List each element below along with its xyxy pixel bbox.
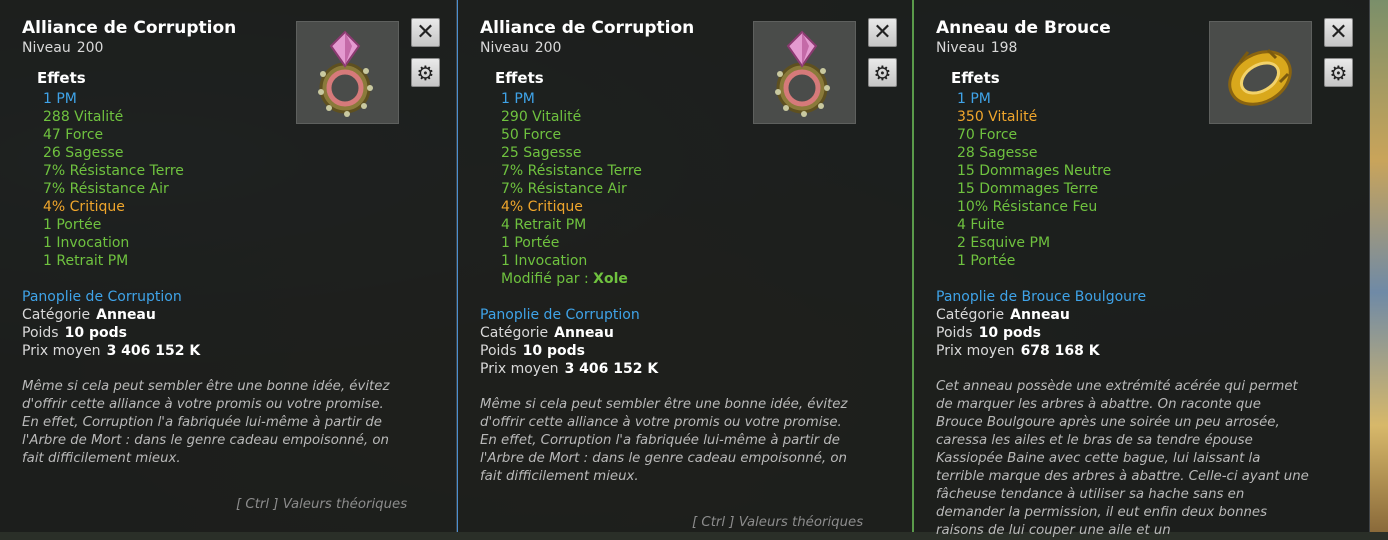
price-label: Prix moyen xyxy=(936,343,1015,359)
level-label: Niveau xyxy=(936,40,985,56)
category-row: Catégorie Anneau xyxy=(22,306,456,324)
gear-icon: ⚙ xyxy=(873,60,892,85)
category-label: Catégorie xyxy=(22,307,91,323)
close-icon: ✕ xyxy=(1329,20,1348,45)
level-label: Niveau xyxy=(22,40,71,56)
level-value: 200 xyxy=(76,40,104,56)
gear-icon: ⚙ xyxy=(416,60,435,85)
category-row: Catégorie Anneau xyxy=(480,324,912,342)
effect-line: 4% Critique xyxy=(43,199,125,215)
item-image xyxy=(1209,21,1312,124)
price-value: 678 168 K xyxy=(1020,343,1100,359)
weight-row: Poids 10 pods xyxy=(22,324,456,342)
weight-value: 10 pods xyxy=(522,343,585,359)
effect-line: 47 Force xyxy=(43,127,104,143)
close-icon: ✕ xyxy=(873,20,892,45)
effect-line: 1 Retrait PM xyxy=(43,253,129,269)
close-button[interactable]: ✕ xyxy=(868,18,897,47)
effect-line: 15 Dommages Terre xyxy=(957,181,1099,197)
item-description: Cet anneau possède une extrémité acérée … xyxy=(936,379,1309,538)
category-label: Catégorie xyxy=(936,307,1005,323)
effect-line: 26 Sagesse xyxy=(43,145,124,161)
item-description: Même si cela peut sembler être une bonne… xyxy=(22,379,390,466)
effect-line: 4 Fuite xyxy=(957,217,1005,233)
effect-line: 4 Retrait PM xyxy=(501,217,587,233)
set-link[interactable]: Panoplie de Corruption xyxy=(480,306,912,324)
price-label: Prix moyen xyxy=(22,343,101,359)
level-value: 198 xyxy=(990,40,1018,56)
settings-button[interactable]: ⚙ xyxy=(1324,58,1353,87)
ctrl-hint: [ Ctrl ] Valeurs théoriques xyxy=(692,515,864,530)
weight-label: Poids xyxy=(936,325,973,341)
effect-line: 10% Résistance Feu xyxy=(957,199,1098,215)
item-tooltip-2: Alliance de Corruption Niveau 200 Effets … xyxy=(457,0,913,532)
corruption-ring-icon xyxy=(318,30,373,117)
effect-line: 1 Portée xyxy=(957,253,1016,269)
category-value: Anneau xyxy=(96,307,156,323)
effect-line: 15 Dommages Neutre xyxy=(957,163,1112,179)
level-label: Niveau xyxy=(480,40,529,56)
corruption-ring-icon xyxy=(775,30,830,117)
weight-row: Poids 10 pods xyxy=(936,324,1369,342)
price-label: Prix moyen xyxy=(480,361,559,377)
category-row: Catégorie Anneau xyxy=(936,306,1369,324)
background-edge xyxy=(1370,0,1388,532)
settings-button[interactable]: ⚙ xyxy=(868,58,897,87)
ctrl-hint: [ Ctrl ] Valeurs théoriques xyxy=(236,497,408,512)
item-tooltip-3: Anneau de Brouce Niveau 198 Effets 1 PM 3… xyxy=(913,0,1370,538)
item-tooltip-1: Alliance de Corruption Niveau 200 Effets … xyxy=(0,0,457,532)
effect-line: 70 Force xyxy=(957,127,1018,143)
item-description: Même si cela peut sembler être une bonne… xyxy=(480,397,848,484)
effect-line: 28 Sagesse xyxy=(957,145,1038,161)
brouce-ring-icon xyxy=(1228,48,1292,106)
price-value: 3 406 152 K xyxy=(106,343,201,359)
effect-line: 4% Critique xyxy=(501,199,583,215)
weight-row: Poids 10 pods xyxy=(480,342,912,360)
close-icon: ✕ xyxy=(416,20,435,45)
modified-by-label: Modifié par : xyxy=(501,271,589,287)
price-row: Prix moyen 3 406 152 K xyxy=(22,342,456,360)
effect-line: 1 Invocation xyxy=(501,253,588,269)
category-value: Anneau xyxy=(554,325,614,341)
set-link[interactable]: Panoplie de Corruption xyxy=(22,288,456,306)
weight-value: 10 pods xyxy=(64,325,127,341)
effect-line: 2 Esquive PM xyxy=(957,235,1051,251)
item-image xyxy=(753,21,856,124)
effect-line: 1 Invocation xyxy=(43,235,130,251)
modified-by-line: Modifié par : Xole xyxy=(501,270,912,288)
effect-line: 7% Résistance Terre xyxy=(501,163,642,179)
effect-line: 1 Portée xyxy=(501,235,560,251)
weight-label: Poids xyxy=(22,325,59,341)
effect-line: 7% Résistance Air xyxy=(501,181,627,197)
item-image xyxy=(296,21,399,124)
effect-line: 7% Résistance Terre xyxy=(43,163,184,179)
modified-by-value: Xole xyxy=(593,271,628,287)
weight-value: 10 pods xyxy=(978,325,1041,341)
category-value: Anneau xyxy=(1010,307,1070,323)
level-value: 200 xyxy=(534,40,562,56)
effect-line: 25 Sagesse xyxy=(501,145,582,161)
close-button[interactable]: ✕ xyxy=(411,18,440,47)
gear-icon: ⚙ xyxy=(1329,60,1348,85)
effect-line: 1 Portée xyxy=(43,217,102,233)
effect-line: 7% Résistance Air xyxy=(43,181,169,197)
settings-button[interactable]: ⚙ xyxy=(411,58,440,87)
close-button[interactable]: ✕ xyxy=(1324,18,1353,47)
effect-line: 50 Force xyxy=(501,127,562,143)
weight-label: Poids xyxy=(480,343,517,359)
price-value: 3 406 152 K xyxy=(564,361,659,377)
price-row: Prix moyen 678 168 K xyxy=(936,342,1369,360)
price-row: Prix moyen 3 406 152 K xyxy=(480,360,912,378)
category-label: Catégorie xyxy=(480,325,549,341)
set-link[interactable]: Panoplie de Brouce Boulgoure xyxy=(936,288,1369,306)
